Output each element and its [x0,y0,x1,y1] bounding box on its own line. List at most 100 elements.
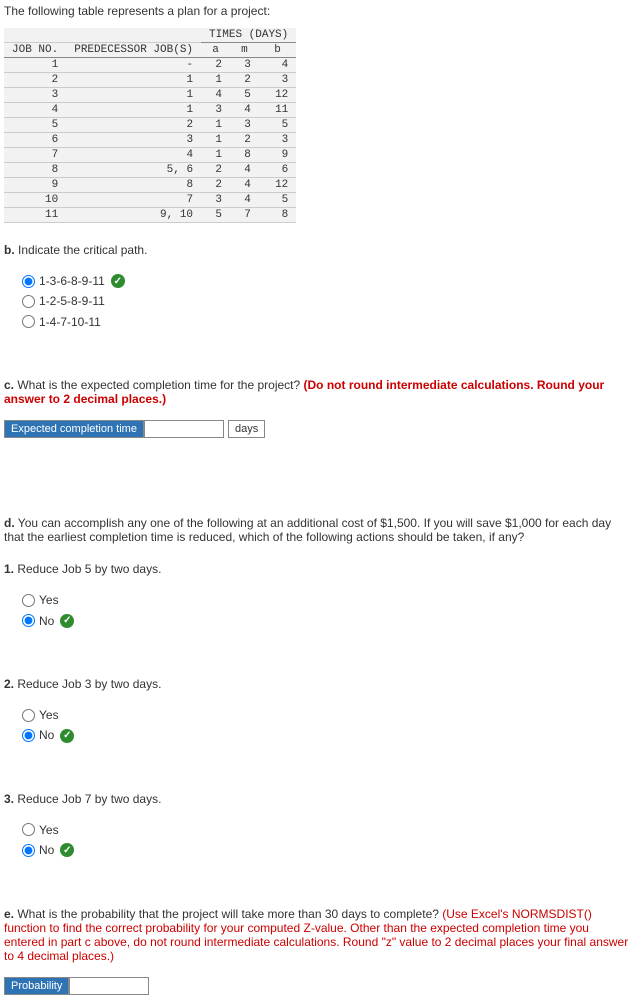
expected-time-label: Expected completion time [4,420,144,438]
part-d-sub: 1. Reduce Job 5 by two days. [4,562,631,576]
cell-job: 9 [4,178,66,193]
critical-path-radio[interactable] [22,295,35,308]
critical-path-label: 1-3-6-8-9-11 [39,271,105,291]
part-d-letter: d. [4,516,15,530]
cell-a: 3 [201,193,230,208]
yes-no-radio[interactable] [22,614,35,627]
sub-number: 2. [4,677,17,691]
table-row: 413411 [4,103,296,118]
cell-m: 4 [230,178,259,193]
checkmark-icon: ✓ [60,843,74,857]
cell-pred: 1 [66,103,201,118]
part-d-prompt: You can accomplish any one of the follow… [4,516,611,544]
cell-a: 2 [201,178,230,193]
cell-a: 1 [201,133,230,148]
cell-pred: 1 [66,73,201,88]
cell-m: 3 [230,58,259,73]
sub-question: Reduce Job 7 by two days. [17,792,161,806]
cell-a: 2 [201,163,230,178]
yes-no-label: Yes [39,590,59,610]
table-row: 21123 [4,73,296,88]
yes-no-option: No✓ [22,611,631,631]
cell-m: 2 [230,133,259,148]
cell-a: 5 [201,208,230,223]
yes-no-option: Yes [22,705,631,725]
expected-time-input[interactable] [144,420,224,438]
yes-no-label: Yes [39,820,59,840]
cell-pred: - [66,58,201,73]
cell-m: 7 [230,208,259,223]
cell-pred: 2 [66,118,201,133]
part-d-sub: 2. Reduce Job 3 by two days. [4,677,631,691]
cell-b: 3 [259,133,296,148]
cell-job: 2 [4,73,66,88]
cell-b: 3 [259,73,296,88]
cell-m: 5 [230,88,259,103]
critical-path-radio[interactable] [22,315,35,328]
sub-number: 3. [4,792,17,806]
yes-no-label: Yes [39,705,59,725]
cell-b: 11 [259,103,296,118]
col-b: b [259,43,296,58]
yes-no-label: No [39,840,54,860]
critical-path-option: 1-2-5-8-9-11 [22,291,631,311]
col-pred: PREDECESSOR JOB(S) [66,43,201,58]
checkmark-icon: ✓ [60,729,74,743]
cell-m: 4 [230,193,259,208]
cell-pred: 1 [66,88,201,103]
part-c-prompt: What is the expected completion time for… [17,378,303,392]
part-b-prompt: Indicate the critical path. [18,243,147,257]
part-e-letter: e. [4,907,14,921]
cell-a: 1 [201,148,230,163]
cell-pred: 5, 6 [66,163,201,178]
cell-b: 6 [259,163,296,178]
cell-b: 8 [259,208,296,223]
yes-no-radio[interactable] [22,709,35,722]
sub-question: Reduce Job 3 by two days. [17,677,161,691]
table-row: 1-234 [4,58,296,73]
yes-no-label: No [39,725,54,745]
table-row: 119, 10578 [4,208,296,223]
yes-no-radio[interactable] [22,594,35,607]
cell-job: 6 [4,133,66,148]
sub-question: Reduce Job 5 by two days. [17,562,161,576]
cell-job: 4 [4,103,66,118]
critical-path-option: 1-3-6-8-9-11✓ [22,271,631,291]
cell-job: 8 [4,163,66,178]
part-d: d. You can accomplish any one of the fol… [4,516,631,544]
probability-label: Probability [4,977,69,995]
cell-pred: 7 [66,193,201,208]
critical-path-radio[interactable] [22,275,35,288]
cell-b: 9 [259,148,296,163]
part-c-letter: c. [4,378,14,392]
cell-m: 2 [230,73,259,88]
yes-no-radio[interactable] [22,823,35,836]
table-row: 85, 6246 [4,163,296,178]
cell-m: 8 [230,148,259,163]
part-d-sub: 3. Reduce Job 7 by two days. [4,792,631,806]
yes-no-radio[interactable] [22,844,35,857]
table-row: 74189 [4,148,296,163]
part-c: c. What is the expected completion time … [4,378,631,406]
table-row: 314512 [4,88,296,103]
expected-time-unit: days [228,420,265,438]
cell-b: 12 [259,88,296,103]
table-row: 52135 [4,118,296,133]
project-table: TIMES (DAYS) JOB NO. PREDECESSOR JOB(S) … [4,28,296,223]
cell-a: 3 [201,103,230,118]
cell-a: 1 [201,73,230,88]
cell-m: 4 [230,103,259,118]
critical-path-option: 1-4-7-10-11 [22,312,631,332]
cell-job: 7 [4,148,66,163]
cell-m: 4 [230,163,259,178]
sub-number: 1. [4,562,17,576]
cell-a: 1 [201,118,230,133]
critical-path-label: 1-4-7-10-11 [39,312,101,332]
cell-pred: 3 [66,133,201,148]
yes-no-option: Yes [22,820,631,840]
part-b: b. Indicate the critical path. [4,243,631,257]
yes-no-radio[interactable] [22,729,35,742]
probability-input[interactable] [69,977,149,995]
part-c-answer-row: Expected completion time days [4,420,631,438]
part-e: e. What is the probability that the proj… [4,907,631,963]
